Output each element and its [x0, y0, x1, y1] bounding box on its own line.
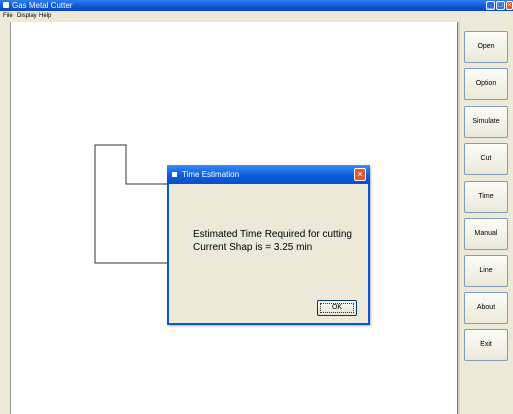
message-line-1: Estimated Time Required for cutting — [193, 229, 352, 240]
dialog-message: Estimated Time Required for cutting Curr… — [193, 228, 368, 254]
exit-button[interactable]: Exit — [464, 329, 508, 361]
manual-button[interactable]: Manual — [464, 218, 508, 250]
focus-rect — [320, 303, 354, 313]
cut-button[interactable]: Cut — [464, 143, 508, 175]
message-line-2: Current Shap is = 3.25 min — [193, 242, 313, 253]
dialog-titlebar[interactable]: Time Estimation × — [167, 165, 370, 184]
option-button[interactable]: Option — [464, 68, 508, 100]
time-button[interactable]: Time — [464, 181, 508, 213]
dialog-app-icon — [172, 172, 177, 177]
time-estimation-dialog: Time Estimation × Estimated Time Require… — [167, 165, 370, 325]
dialog-close-button[interactable]: × — [354, 168, 366, 181]
about-button[interactable]: About — [464, 292, 508, 324]
line-button[interactable]: Line — [464, 255, 508, 287]
open-button[interactable]: Open — [464, 31, 508, 63]
close-icon: × — [357, 169, 363, 179]
ok-button[interactable]: OK — [317, 300, 357, 316]
dialog-title: Time Estimation — [182, 170, 240, 179]
simulate-button[interactable]: Simulate — [464, 106, 508, 138]
